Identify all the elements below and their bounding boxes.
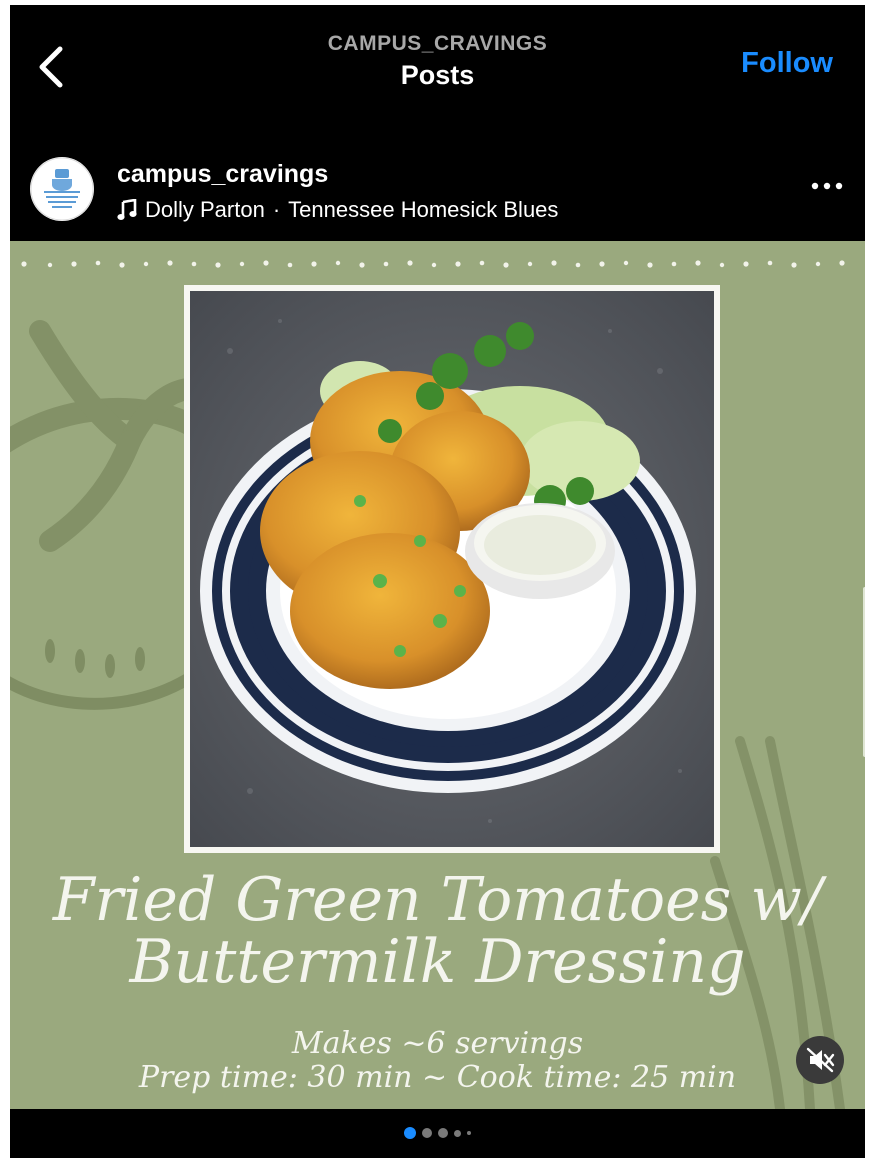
recipe-title: Fried Green Tomatoes w/ Buttermilk Dress…: [10, 869, 865, 993]
header-account-name: CAMPUS_CRAVINGS: [327, 32, 548, 55]
app-window: CAMPUS_CRAVINGS Posts Follow campus_crav…: [10, 5, 865, 1158]
speaker-muted-icon: [806, 1047, 835, 1073]
carousel-dot[interactable]: [422, 1128, 432, 1138]
post-media[interactable]: Fried Green Tomatoes w/ Buttermilk Dress…: [10, 241, 865, 1109]
recipe-times: Prep time: 30 min ~ Cook time: 25 min: [138, 1060, 737, 1095]
music-attribution[interactable]: Dolly Parton · Tennessee Homesick Blues: [117, 197, 558, 223]
avatar-logo: [30, 157, 94, 221]
more-options-button[interactable]: [807, 174, 847, 198]
more-horizontal-icon: [811, 182, 843, 190]
post-username[interactable]: campus_cravings: [117, 160, 328, 189]
carousel-indicator[interactable]: [10, 1127, 865, 1139]
carousel-footer: [10, 1109, 865, 1158]
carousel-dot[interactable]: [404, 1127, 416, 1139]
recipe-title-line-2: Buttermilk Dressing: [129, 927, 746, 997]
carousel-dot[interactable]: [467, 1131, 471, 1135]
header-title: Posts: [400, 60, 475, 90]
scroll-indicator: [863, 587, 865, 757]
food-photo: [190, 291, 714, 847]
carousel-dot[interactable]: [438, 1128, 448, 1138]
photo-frame: [184, 285, 720, 853]
top-nav-header: CAMPUS_CRAVINGS Posts Follow: [10, 5, 865, 111]
recipe-details: Makes ~6 servings Prep time: 30 min ~ Co…: [10, 1027, 865, 1095]
carousel-dot[interactable]: [454, 1129, 461, 1137]
music-track: Tennessee Homesick Blues: [288, 197, 559, 222]
post-header: campus_cravings Dolly Parton · Tennessee…: [10, 140, 865, 241]
recipe-servings: Makes ~6 servings: [291, 1026, 584, 1061]
avatar[interactable]: [30, 157, 94, 221]
music-separator: ·: [272, 197, 281, 222]
music-artist: Dolly Parton: [145, 197, 265, 222]
follow-button[interactable]: Follow: [741, 47, 833, 80]
music-note-icon: [117, 199, 137, 220]
mute-button[interactable]: [796, 1036, 844, 1084]
recipe-title-line-1: Fried Green Tomatoes w/: [52, 865, 823, 935]
